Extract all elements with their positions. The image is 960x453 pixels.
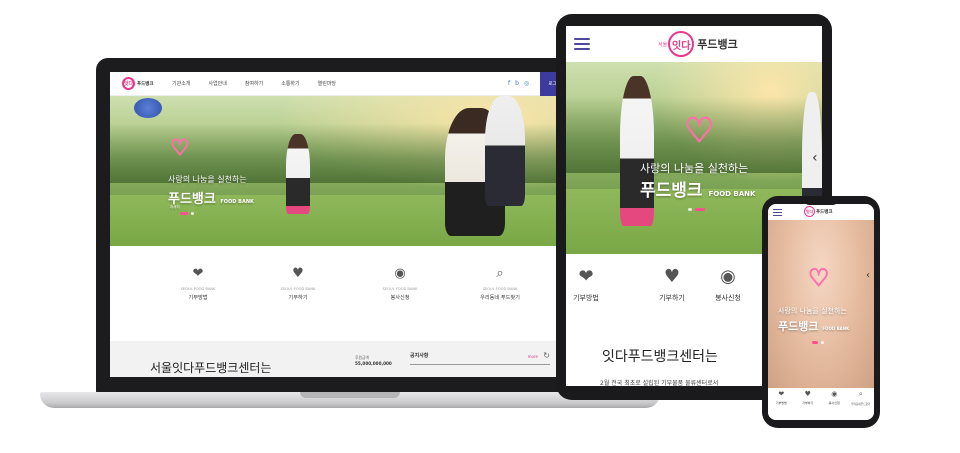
- medal-icon: ◉: [720, 266, 736, 287]
- laptop-hero-banner: ♡ 사랑의 나눔을 실천하는 푸드뱅크 FOOD BANK 자세히 ‹: [110, 96, 590, 246]
- chevron-left-icon[interactable]: ‹: [812, 150, 818, 166]
- about-title: 서울잇다푸드뱅크센터는: [150, 361, 272, 375]
- hand-heart-icon: ❤: [778, 390, 785, 398]
- service-find-food[interactable]: ⌕ SEOUL FOOD BANK 우리동네 푸드찾기: [460, 266, 540, 301]
- girl-figure: [286, 134, 310, 214]
- magnifier-icon: ⌕: [496, 266, 504, 281]
- girl-figure: [620, 76, 654, 226]
- phone-header: 잇다 푸드뱅크: [768, 204, 874, 220]
- slider-dots[interactable]: [812, 341, 824, 344]
- chevron-left-icon[interactable]: ‹: [866, 270, 870, 281]
- hero-subtitle: 사랑의 나눔을 실천하는: [640, 162, 749, 175]
- service-donate[interactable]: ♥ SEOUL FOOD BANK 기부하기: [258, 266, 338, 301]
- phone-hero-banner: ♡ 사랑의 나눔을 실천하는 푸드뱅크 FOOD BANK ‹: [768, 220, 874, 388]
- logo-mark-icon: 잇다: [668, 31, 695, 57]
- laptop-services: ❤ SEOUL FOOD BANK 기부방법 ♥ SEOUL FOOD BANK…: [110, 246, 590, 341]
- heart-hands-icon: ♥: [292, 266, 304, 281]
- slider-dots[interactable]: [180, 212, 194, 215]
- hand-heart-icon: ❤: [578, 266, 594, 287]
- about-title: 잇다푸드뱅크센터는: [602, 349, 718, 365]
- hero-subtitle: 사랑의 나눔을 실천하는: [168, 175, 247, 184]
- tablet-logo[interactable]: 서울 잇다 푸드뱅크: [658, 31, 738, 57]
- slider-dots[interactable]: [688, 208, 705, 211]
- phone-services: ❤ 기부방법 ♥ 기부하기 ◉ 봉사신청 ⌕ 우리동네푸드찾기: [768, 388, 874, 420]
- laptop-about-section: 서울잇다푸드뱅크센터는 후원금액 55,000,000,000 공지사항 more…: [110, 341, 590, 377]
- magnifier-icon: ⌕: [858, 390, 863, 398]
- logo-mark-icon: 잇다: [122, 77, 135, 90]
- service-find-food[interactable]: ⌕ 우리동네푸드찾기: [848, 388, 874, 420]
- medal-icon: ◉: [394, 266, 406, 281]
- service-donate-method[interactable]: ❤ 기부방법: [768, 388, 794, 420]
- nav-item-story[interactable]: 소통하기: [281, 80, 299, 87]
- laptop-top-nav: 잇다 푸드뱅크 기관소개 사업안내 참여하기 소통하기 열린마당 f b ◎ 로…: [110, 72, 590, 96]
- laptop-social-links: f b ◎: [508, 80, 529, 87]
- hamburger-menu-icon[interactable]: [574, 38, 590, 53]
- laptop-logo[interactable]: 잇다 푸드뱅크: [122, 77, 154, 90]
- notice-more-link[interactable]: more: [528, 354, 538, 359]
- service-volunteer[interactable]: ◉ 봉사신청: [821, 388, 847, 420]
- service-donate[interactable]: ♥ 기부하기: [795, 388, 821, 420]
- nav-item-business[interactable]: 사업안내: [208, 80, 226, 87]
- heart-hands-icon: ♥: [663, 266, 681, 287]
- hero-title: 푸드뱅크 FOOD BANK: [640, 181, 756, 201]
- facebook-icon[interactable]: f: [508, 80, 510, 87]
- laptop-screen: 잇다 푸드뱅크 기관소개 사업안내 참여하기 소통하기 열린마당 f b ◎ 로…: [110, 72, 590, 377]
- hero-title: 푸드뱅크 FOOD BANK: [168, 192, 254, 207]
- hand-heart-icon: ❤: [192, 266, 204, 281]
- notice-board: 공지사항 more ↻: [410, 351, 550, 365]
- blog-icon[interactable]: b: [515, 80, 519, 87]
- heart-icon: ♡: [169, 136, 190, 161]
- hamburger-menu-icon[interactable]: [773, 209, 782, 217]
- hero-title: 푸드뱅크 FOOD BANK: [778, 320, 850, 333]
- father-figure: [485, 96, 525, 206]
- phone-logo[interactable]: 잇다 푸드뱅크: [804, 206, 833, 217]
- service-volunteer[interactable]: ◉ SEOUL FOOD BANK 봉사신청: [360, 266, 440, 301]
- service-volunteer[interactable]: ◉ 봉사신청: [698, 266, 758, 303]
- service-donate[interactable]: ♥ 기부하기: [642, 266, 702, 303]
- logo-mark-icon: 잇다: [804, 206, 815, 217]
- heart-hands-icon: ♥: [804, 390, 811, 398]
- hero-subtitle: 사랑의 나눔을 실천하는: [778, 307, 847, 315]
- service-donate-method[interactable]: ❤ SEOUL FOOD BANK 기부방법: [158, 266, 238, 301]
- service-donate-method[interactable]: ❤ 기부방법: [566, 266, 616, 303]
- heart-icon: ♡: [807, 264, 830, 292]
- nav-item-open[interactable]: 열린마당: [318, 80, 336, 87]
- balloon: [134, 98, 162, 118]
- laptop-main-menu: 기관소개 사업안내 참여하기 소통하기 열린마당: [172, 80, 336, 87]
- phone-screen: 잇다 푸드뱅크 ♡ 사랑의 나눔을 실천하는 푸드뱅크 FOOD BANK ‹ …: [768, 204, 874, 420]
- medal-icon: ◉: [831, 390, 838, 398]
- about-text: 2월 전국 최초로 설립된 기부물품 물류센터로서: [600, 380, 719, 386]
- hero-more-link[interactable]: 자세히: [170, 205, 180, 210]
- nav-item-about[interactable]: 기관소개: [172, 80, 190, 87]
- fund-summary: 후원금액 55,000,000,000: [355, 355, 392, 367]
- instagram-icon[interactable]: ◎: [524, 80, 529, 87]
- refresh-icon[interactable]: ↻: [543, 351, 550, 360]
- laptop-notch: [300, 392, 400, 398]
- phone-camera-notch: [804, 198, 838, 205]
- tablet-header: 서울 잇다 푸드뱅크: [566, 26, 822, 62]
- nav-item-participate[interactable]: 참여하기: [245, 80, 263, 87]
- heart-icon: ♡: [683, 111, 715, 151]
